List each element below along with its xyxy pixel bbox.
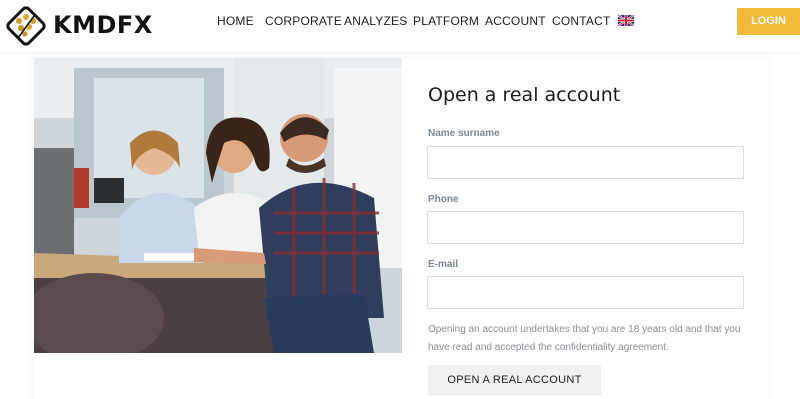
site-header: KMDFX HOME CORPORATE ANALYZES PLATFORM A… [0,0,800,52]
nav-analyzes[interactable]: ANALYZES [344,14,407,28]
phone-label: Phone [428,194,459,205]
email-label: E-mail [428,259,459,270]
nav-contact[interactable]: CONTACT [552,14,611,28]
nav-home[interactable]: HOME [217,14,254,28]
nav-corporate[interactable]: CORPORATE [265,14,342,28]
name-surname-label: Name surname [428,128,500,139]
office-team-photo [34,58,402,353]
terms-text: Opening an account undertakes that you a… [428,324,741,353]
open-account-button[interactable]: OPEN A REAL ACCOUNT [428,365,601,396]
brand-name[interactable]: KMDFX [53,11,153,39]
uk-flag-icon[interactable] [618,15,634,26]
logo-icon[interactable] [4,4,48,48]
login-button[interactable]: LOGIN [737,8,800,35]
nav-platform[interactable]: PLATFORM [413,14,479,28]
form-title: Open a real account [428,84,621,106]
phone-input[interactable] [427,211,744,244]
email-input[interactable] [427,276,744,309]
nav-account[interactable]: ACCOUNT [485,14,546,28]
name-surname-input[interactable] [427,146,744,179]
